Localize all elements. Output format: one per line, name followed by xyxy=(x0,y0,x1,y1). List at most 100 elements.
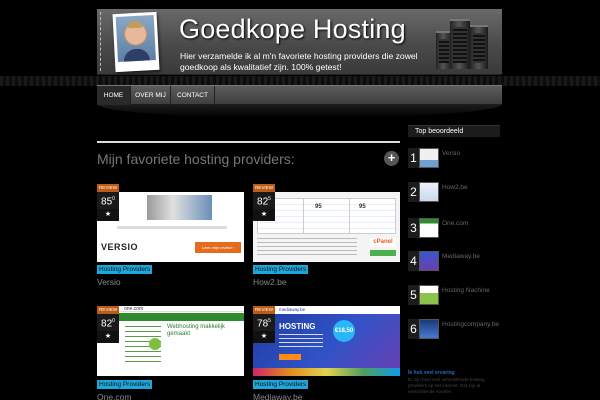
screenshot-text xyxy=(257,238,357,258)
provider-link[interactable]: How2.be xyxy=(442,184,468,191)
provider-thumbnail[interactable] xyxy=(419,319,439,339)
main-nav: HOME OVER MIJ CONTACT xyxy=(97,85,502,105)
rank-number: 5 xyxy=(408,285,419,305)
nav-home[interactable]: HOME xyxy=(97,86,131,105)
top-rated-item[interactable]: 4 Mediaway.be xyxy=(408,251,498,271)
review-label: REVIEW xyxy=(97,306,119,314)
rank-number: 6 xyxy=(408,319,419,339)
rank-number: 2 xyxy=(408,182,419,202)
category-tag[interactable]: Hosting Providers xyxy=(253,380,309,389)
site-subtitle: Hier verzamelde ik al m'n favoriete host… xyxy=(180,51,418,72)
provider-thumbnail[interactable] xyxy=(419,251,439,271)
provider-link[interactable]: Mediaway.be xyxy=(442,253,480,260)
sidebar-footer-title: Ik heb veel ervaring xyxy=(408,370,455,376)
review-label: REVIEW xyxy=(97,184,119,192)
content-divider xyxy=(97,141,400,143)
provider-link[interactable]: One.com xyxy=(442,220,468,227)
nav-shadow xyxy=(97,104,502,118)
card-title[interactable]: Versio xyxy=(97,277,121,287)
category-tag[interactable]: Hosting Providers xyxy=(253,265,309,274)
star-icon: ★ xyxy=(253,209,275,222)
author-photo xyxy=(112,11,160,73)
section-title: Mijn favoriete hosting providers: xyxy=(97,151,295,167)
score-decimal: 0 xyxy=(112,196,115,202)
provider-thumbnail[interactable] xyxy=(419,148,439,168)
review-score-box: REVIEW 825 ★ xyxy=(253,184,275,222)
price-badge: €18,50 xyxy=(333,320,355,342)
author-face xyxy=(115,15,156,62)
score-decimal: 0 xyxy=(112,318,115,324)
score-value: 82 xyxy=(101,318,113,330)
versio-logo: VERSIO xyxy=(101,242,139,252)
top-rated-item[interactable]: 3 One.com xyxy=(408,218,498,238)
screenshot-text xyxy=(279,334,323,348)
top-rated-item[interactable]: 1 Versio xyxy=(408,148,498,168)
screenshot-cta: Lees mijn review › xyxy=(195,242,241,253)
screenshot-topbar xyxy=(97,306,244,312)
provider-link[interactable]: Hosting Nachine xyxy=(442,287,490,294)
score-value: 82 xyxy=(257,196,269,208)
sidebar-footer-text: Er zijn heel veel verschillende hosting … xyxy=(408,377,485,394)
review-label: REVIEW xyxy=(253,306,275,314)
star-icon: ★ xyxy=(253,331,275,344)
top-rated-item[interactable]: 6 Hostingcompany.be xyxy=(408,319,499,339)
provider-screenshot[interactable]: VERSIO Lees mijn review › xyxy=(97,192,244,262)
review-score: 850 xyxy=(97,192,119,210)
provider-screenshot[interactable]: mediaway.be HOSTING €18,50 xyxy=(253,306,400,376)
card-title[interactable]: Mediaway.be xyxy=(253,392,302,400)
card-title[interactable]: One.com xyxy=(97,392,132,400)
star-icon: ★ xyxy=(97,331,119,344)
screenshot-button xyxy=(279,354,301,360)
provider-screenshot[interactable]: one.com Webhosting makkelijk gemaakt xyxy=(97,306,244,376)
screenshot-topbar xyxy=(253,306,400,314)
review-score: 820 xyxy=(97,314,119,332)
provider-link[interactable]: Hostingcompany.be xyxy=(442,321,499,328)
score-value: 85 xyxy=(101,196,113,208)
screenshot-header xyxy=(97,313,244,321)
nav-over-mij[interactable]: OVER MIJ xyxy=(131,86,171,105)
card-title[interactable]: How2.be xyxy=(253,277,287,287)
price-value: 95 xyxy=(315,204,322,210)
nav-contact[interactable]: CONTACT xyxy=(171,86,215,105)
score-decimal: 5 xyxy=(268,318,271,324)
site-title[interactable]: Goedkope Hosting xyxy=(179,14,406,45)
score-decimal: 5 xyxy=(268,196,271,202)
screenshot-logo: mediaway.be xyxy=(279,307,306,312)
screenshot-domain: one.com xyxy=(124,306,144,312)
expand-button[interactable]: + xyxy=(384,151,399,166)
page: Goedkope Hosting Hier verzamelde ik al m… xyxy=(0,0,600,400)
provider-thumbnail[interactable] xyxy=(419,182,439,202)
screenshot-bar xyxy=(117,226,227,229)
table-column xyxy=(303,198,304,234)
rank-number: 4 xyxy=(408,251,419,271)
cpanel-logo: cPanel xyxy=(370,238,396,247)
review-score-box: REVIEW 785 ★ xyxy=(253,306,275,344)
provider-thumbnail[interactable] xyxy=(419,285,439,305)
provider-screenshot[interactable]: 95 95 cPanel xyxy=(253,192,400,262)
review-score-box: REVIEW 850 ★ xyxy=(97,184,119,222)
server-rack-icon xyxy=(436,17,492,69)
review-label: REVIEW xyxy=(253,184,275,192)
review-score: 825 xyxy=(253,192,275,210)
rank-number: 1 xyxy=(408,148,419,168)
star-icon: ★ xyxy=(97,209,119,222)
top-rated-item[interactable]: 2 How2.be xyxy=(408,182,498,202)
server-tower xyxy=(470,25,488,69)
server-tower xyxy=(450,19,470,69)
review-score-box: REVIEW 820 ★ xyxy=(97,306,119,344)
screenshot-button xyxy=(370,250,396,256)
screenshot-banner xyxy=(147,195,212,220)
screenshot-badge xyxy=(149,338,161,350)
category-tag[interactable]: Hosting Providers xyxy=(97,380,153,389)
review-score: 785 xyxy=(253,314,275,332)
score-value: 78 xyxy=(257,318,269,330)
price-value: 95 xyxy=(359,204,366,210)
screenshot-headline: HOSTING xyxy=(279,322,316,331)
screenshot-stripe xyxy=(253,368,400,376)
top-rated-item[interactable]: 5 Hosting Nachine xyxy=(408,285,498,305)
category-tag[interactable]: Hosting Providers xyxy=(97,265,153,274)
rank-number: 3 xyxy=(408,218,419,238)
provider-thumbnail[interactable] xyxy=(419,218,439,238)
provider-link[interactable]: Versio xyxy=(442,150,460,157)
sidebar-heading: Top beoordeeld xyxy=(408,125,500,137)
